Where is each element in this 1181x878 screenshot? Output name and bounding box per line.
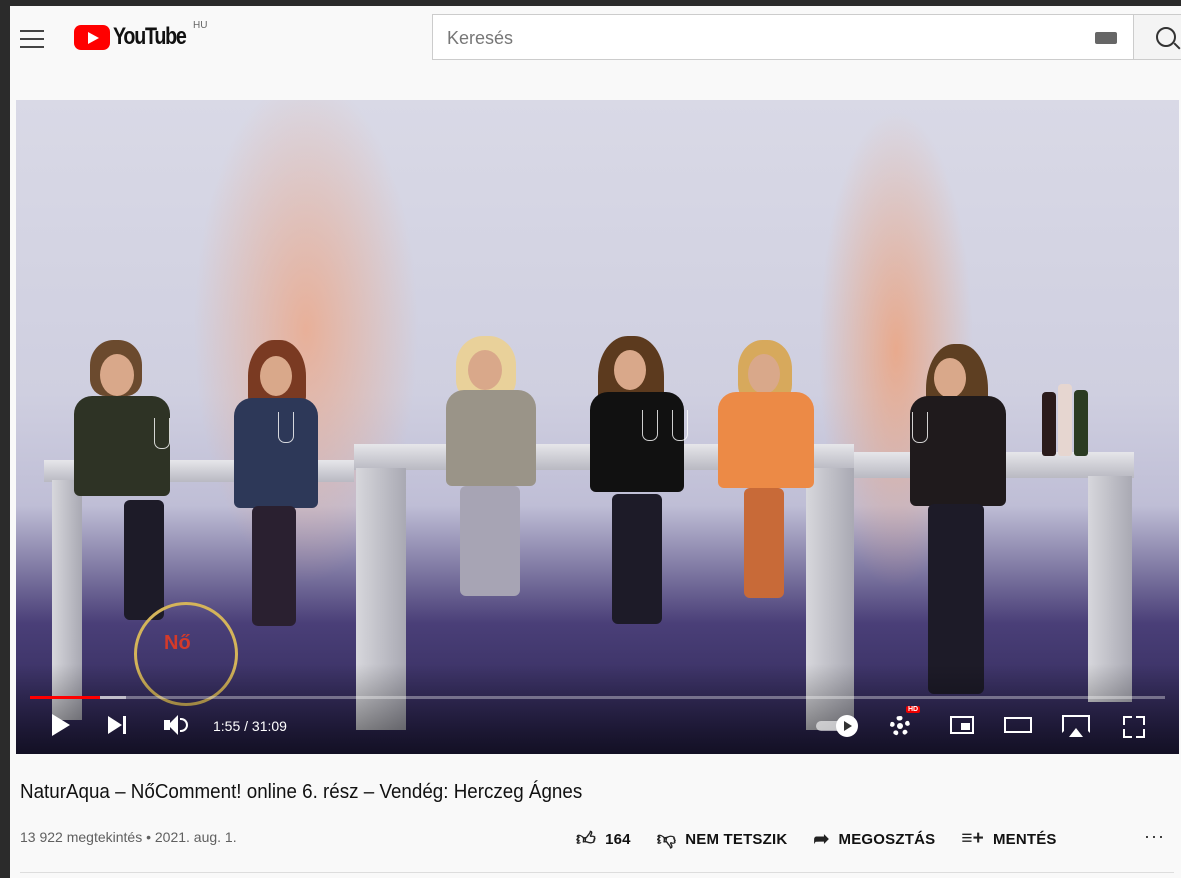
watermark-text: Nő (164, 632, 191, 654)
youtube-logo[interactable]: YouTube HU (74, 20, 207, 52)
keyboard-icon[interactable] (1095, 32, 1117, 44)
search-icon (1156, 27, 1176, 47)
search-button[interactable] (1134, 14, 1181, 60)
hamburger-menu-icon[interactable] (20, 26, 44, 48)
search-box (432, 14, 1134, 60)
progress-bar[interactable] (30, 696, 1165, 699)
add-to-playlist-icon: ≡+ (961, 828, 984, 849)
wine-bottle (1074, 390, 1088, 456)
save-button[interactable]: ≡+ MENTÉS (961, 828, 1056, 850)
wine-glass (642, 410, 658, 441)
time-display: 1:55 / 31:09 (213, 718, 287, 734)
youtube-play-icon (74, 24, 110, 50)
video-title: NaturAqua – NőComment! online 6. rész – … (20, 781, 583, 803)
wine-glass (278, 412, 294, 443)
dislike-label: NEM TETSZIK (685, 830, 788, 848)
miniplayer-icon[interactable] (950, 712, 978, 740)
next-video-icon[interactable] (108, 712, 130, 740)
autoplay-toggle[interactable] (816, 715, 860, 737)
airplay-icon[interactable] (1062, 712, 1092, 740)
controls-gradient (16, 664, 1179, 754)
hd-badge: HD (906, 706, 921, 713)
wine-bottle (1058, 384, 1072, 456)
video-player[interactable]: Nő 1:55 / 31:09 HD (16, 100, 1179, 754)
wine-glass (154, 418, 170, 449)
save-label: MENTÉS (992, 830, 1057, 848)
settings-gear-icon[interactable] (888, 712, 914, 740)
thumbs-up-icon: 👍︎ (576, 828, 597, 850)
wine-bottle (1042, 392, 1056, 456)
logo-text: YouTube (113, 23, 187, 50)
volume-icon[interactable] (164, 712, 190, 740)
progress-played (30, 696, 101, 699)
fullscreen-icon[interactable] (1122, 712, 1146, 740)
share-arrow-icon: ➦ (813, 828, 830, 850)
theater-mode-icon[interactable] (1004, 712, 1034, 740)
video-meta: 13 922 megtekintés • 2021. aug. 1. (20, 829, 237, 845)
more-actions-button[interactable]: ··· (1144, 826, 1165, 847)
divider (20, 872, 1174, 873)
video-actions: 👍︎ 164 👎︎ NEM TETSZIK ➦ MEGOSZTÁS ≡+ MEN… (576, 824, 1083, 854)
play-icon[interactable] (52, 714, 70, 736)
like-count: 164 (605, 830, 631, 848)
masthead: YouTube HU (10, 6, 1181, 70)
youtube-window: YouTube HU Keresés Nő 1:55 / 31:09 HD Na… (10, 6, 1181, 878)
wine-glass (672, 410, 688, 441)
dislike-button[interactable]: 👎︎ NEM TETSZIK (657, 828, 788, 851)
share-button[interactable]: ➦ MEGOSZTÁS (813, 828, 935, 851)
wine-glass (912, 412, 928, 443)
search-input[interactable] (445, 25, 1049, 51)
like-button[interactable]: 👍︎ 164 (576, 828, 631, 851)
thumbs-down-icon: 👎︎ (656, 828, 677, 850)
share-label: MEGOSZTÁS (838, 830, 936, 848)
country-code: HU (193, 20, 208, 31)
